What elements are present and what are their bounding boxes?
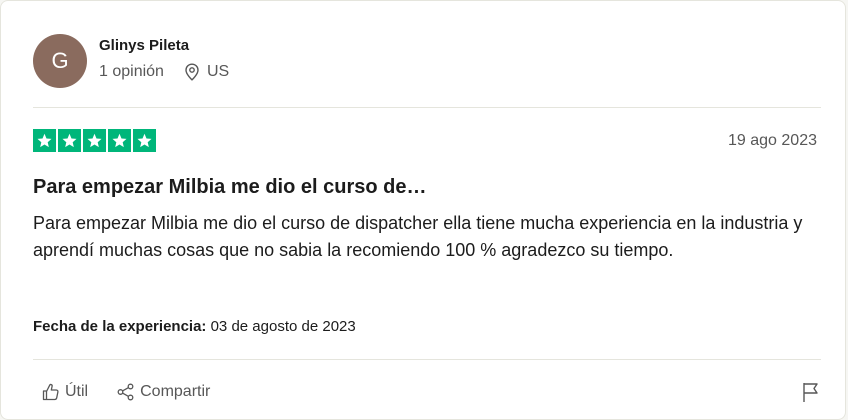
avatar[interactable]: G (33, 34, 87, 88)
avatar-initial: G (51, 48, 69, 73)
report-button[interactable] (801, 381, 821, 403)
star-icon (108, 129, 131, 152)
useful-button[interactable]: Útil (41, 382, 88, 402)
star-rating (33, 129, 156, 152)
useful-label: Útil (65, 383, 89, 400)
star-icon (33, 129, 56, 152)
flag-icon (803, 383, 818, 402)
share-label: Compartir (140, 383, 211, 400)
review-date: 19 ago 2023 (728, 132, 817, 149)
reviewer-country: US (206, 63, 230, 80)
review-card: G Glinys Pileta 1 opinión US 19 ago 2023… (0, 0, 846, 420)
star-icon (83, 129, 106, 152)
experience-label: Fecha de la experiencia: (33, 318, 207, 335)
star-icon (133, 129, 156, 152)
experience-date: Fecha de la experiencia: 03 de agosto de… (33, 318, 356, 335)
review-body: Para empezar Milbia me dio el curso de d… (33, 213, 803, 260)
divider (33, 359, 821, 360)
reviewer-name[interactable]: Glinys Pileta (99, 37, 189, 54)
star-icon (58, 129, 81, 152)
experience-value: 03 de agosto de 2023 (210, 318, 356, 335)
review-actions: Útil Compartir (41, 382, 238, 402)
divider (33, 107, 821, 108)
thumbs-up-icon (42, 383, 59, 401)
reviewer-meta: 1 opinión US (99, 63, 229, 81)
review-title[interactable]: Para empezar Milbia me dio el curso de… (33, 176, 426, 199)
share-button[interactable]: Compartir (116, 382, 210, 402)
share-icon (117, 383, 134, 401)
location-pin-icon (184, 63, 200, 81)
reviews-count: 1 opinión (99, 63, 164, 80)
